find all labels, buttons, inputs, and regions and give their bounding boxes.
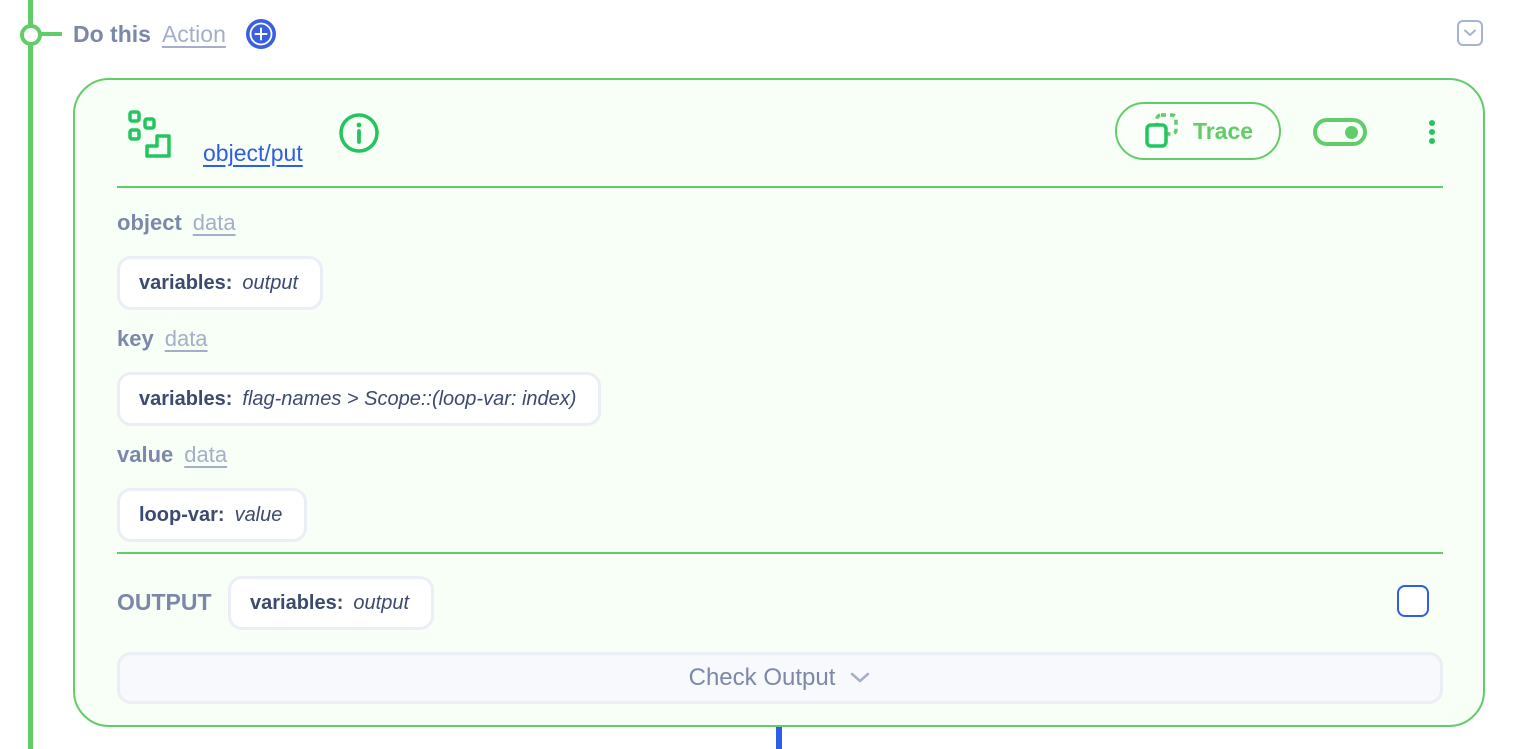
param-name: object bbox=[117, 210, 182, 235]
pill-key: variables: bbox=[250, 591, 344, 614]
chevron-down-icon bbox=[1464, 29, 1476, 36]
section-type-link[interactable]: Action bbox=[162, 21, 226, 48]
pill-key: variables: bbox=[139, 271, 233, 294]
pill-key: variables: bbox=[139, 387, 233, 410]
chevron-down-icon bbox=[851, 672, 870, 683]
flow-spine-line bbox=[28, 0, 33, 749]
output-label: OUTPUT bbox=[117, 589, 212, 615]
trace-button[interactable]: Trace bbox=[1115, 102, 1281, 160]
step-name-link[interactable]: object/put bbox=[203, 140, 303, 167]
param-value-pill-object[interactable]: variables: output bbox=[117, 256, 323, 310]
pill-value: flag-names > Scope::(loop-var: index) bbox=[242, 387, 577, 410]
param-value-pill-key[interactable]: variables: flag-names > Scope::(loop-var… bbox=[117, 372, 602, 426]
toggle-knob bbox=[1345, 126, 1358, 139]
action-step-card: object/put Trace object data variables: … bbox=[73, 78, 1485, 727]
step-card-header: object/put Trace bbox=[117, 102, 1443, 188]
add-step-button[interactable] bbox=[245, 19, 276, 49]
output-checkbox[interactable] bbox=[1397, 585, 1429, 617]
flow-node-marker bbox=[20, 24, 42, 46]
copy-dashed-icon bbox=[1145, 113, 1178, 148]
pill-key: loop-var: bbox=[139, 503, 225, 526]
pill-value: output bbox=[242, 271, 298, 294]
param-label-key: key data bbox=[117, 326, 208, 352]
section-header: Do this Action bbox=[73, 18, 276, 50]
kebab-menu-icon[interactable] bbox=[1417, 116, 1447, 148]
param-type-link[interactable]: data bbox=[184, 442, 227, 468]
pill-value: value bbox=[234, 503, 283, 526]
param-name: key bbox=[117, 326, 154, 351]
param-label-value: value data bbox=[117, 442, 227, 468]
output-value-pill[interactable]: variables: output bbox=[228, 576, 434, 630]
collapse-section-button[interactable] bbox=[1457, 20, 1483, 46]
flow-continue-line bbox=[776, 727, 782, 749]
steps-icon bbox=[128, 110, 171, 158]
param-label-object: object data bbox=[117, 210, 236, 236]
param-name: value bbox=[117, 442, 174, 467]
check-output-button[interactable]: Check Output bbox=[117, 652, 1443, 704]
param-value-pill-value[interactable]: loop-var: value bbox=[117, 488, 308, 542]
plus-circle-icon bbox=[249, 22, 273, 46]
section-title: Do this bbox=[73, 20, 151, 47]
pill-value: output bbox=[353, 591, 409, 614]
step-enabled-toggle[interactable] bbox=[1313, 118, 1367, 146]
param-type-link[interactable]: data bbox=[193, 210, 236, 236]
trace-label: Trace bbox=[1192, 117, 1254, 144]
output-divider bbox=[117, 552, 1443, 554]
param-type-link[interactable]: data bbox=[165, 326, 208, 352]
flow-node-connector bbox=[40, 32, 62, 36]
info-circle-icon[interactable] bbox=[337, 113, 381, 157]
check-output-label: Check Output bbox=[688, 664, 836, 691]
